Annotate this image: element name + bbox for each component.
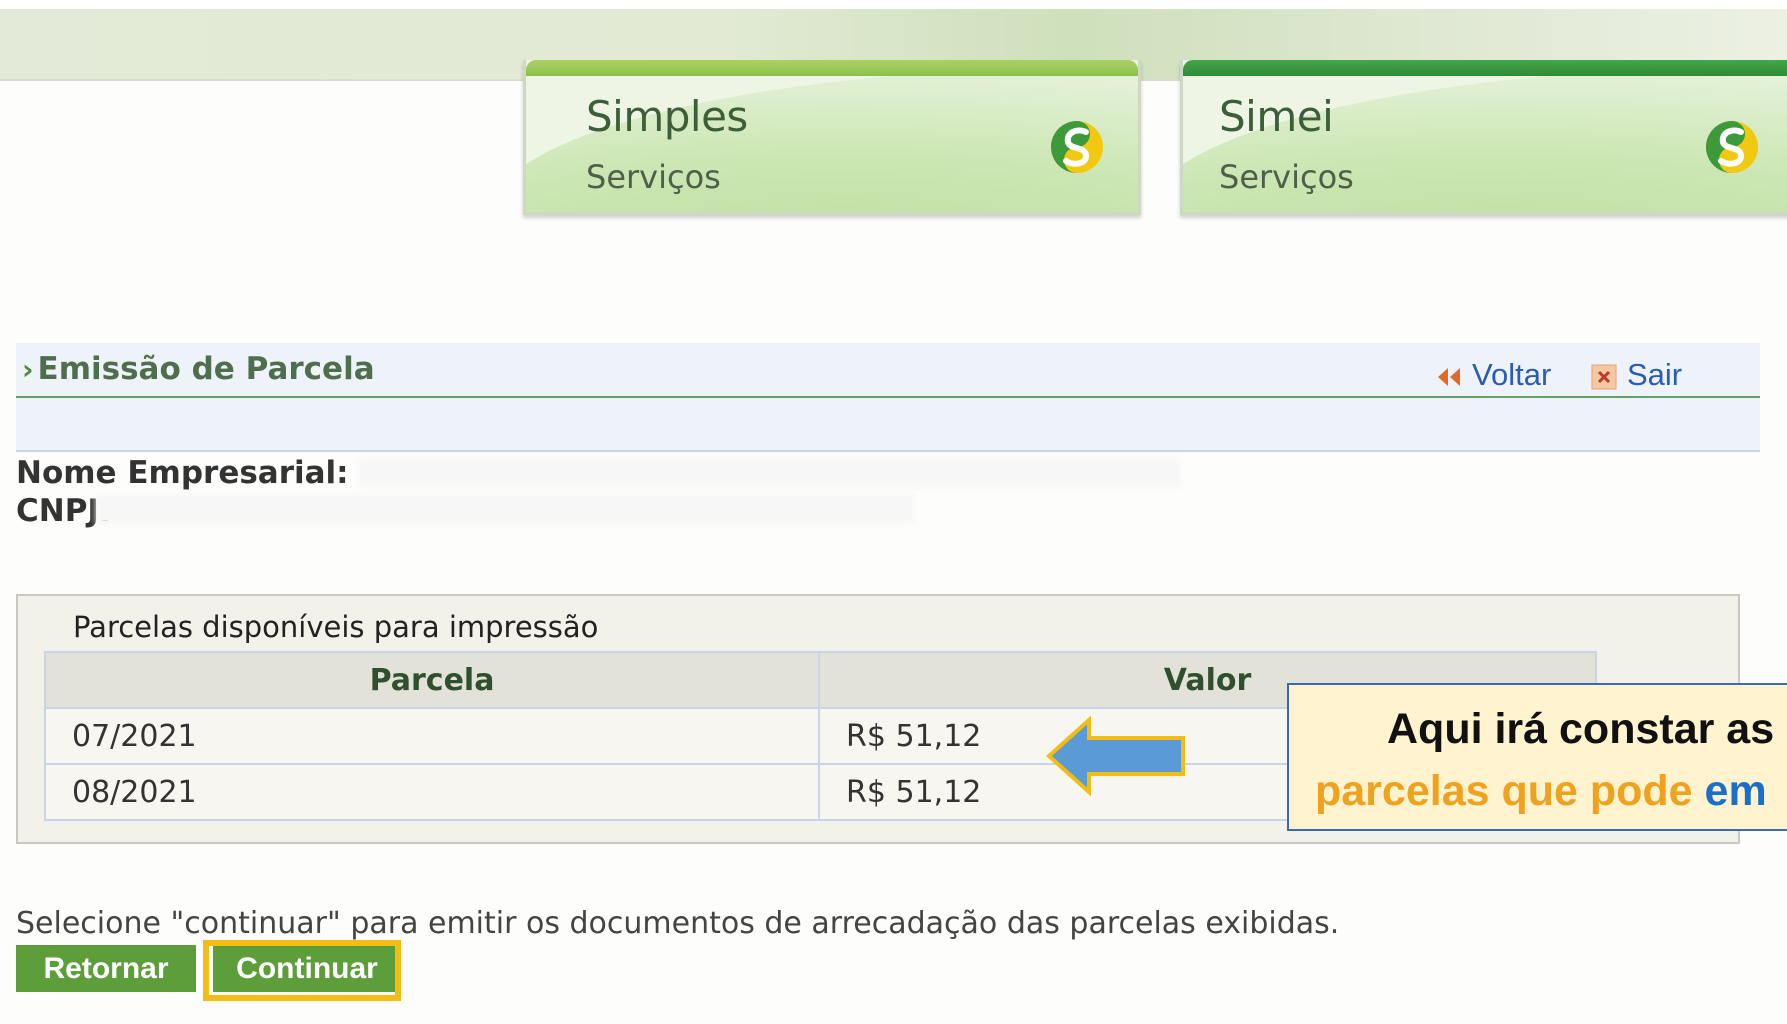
chevron-right-icon: › xyxy=(22,353,34,386)
tab-subtitle: Serviços xyxy=(586,158,721,196)
annotation-arrow-left-icon xyxy=(1046,716,1185,796)
tab-simples-servicos[interactable]: Simples Serviços xyxy=(523,60,1141,215)
company-name-line: Nome Empresarial: xyxy=(16,455,349,491)
annotation-note: Aqui irá constar as parcelas que pode em xyxy=(1287,683,1787,831)
continuar-button[interactable]: Continuar xyxy=(213,945,401,992)
redacted-company-name xyxy=(362,462,1177,484)
back-link[interactable]: Voltar xyxy=(1436,357,1551,393)
page-title-text: Emissão de Parcela xyxy=(37,351,375,387)
tab-simei-servicos[interactable]: Simei Serviços xyxy=(1180,60,1787,215)
simples-logo-icon xyxy=(1051,121,1103,173)
tab-top-bar xyxy=(526,60,1138,76)
section-header: › Emissão de Parcela Voltar Sair xyxy=(16,343,1760,452)
retornar-button[interactable]: Retornar xyxy=(16,945,196,992)
back-link-label: Voltar xyxy=(1472,357,1552,392)
redacted-company-cnpj xyxy=(100,498,910,520)
annotation-line2-orange: parcelas que pode xyxy=(1315,767,1705,815)
tab-title: Simei xyxy=(1219,92,1334,141)
simei-logo-icon xyxy=(1706,121,1758,173)
column-header-parcela: Parcela xyxy=(43,651,821,709)
header-bottom-border xyxy=(16,450,1760,452)
cell-parcela: 07/2021 xyxy=(43,707,821,765)
annotation-line2-blue: em xyxy=(1704,767,1767,815)
company-cnpj-label: CNPJ: xyxy=(16,493,112,529)
company-cnpj-line: CNPJ: xyxy=(16,493,111,529)
header-divider xyxy=(16,396,1760,398)
tab-top-bar xyxy=(1183,60,1787,76)
tab-subtitle: Serviços xyxy=(1219,158,1354,196)
table-caption: Parcelas disponíveis para impressão xyxy=(73,610,599,644)
cell-parcela: 08/2021 xyxy=(43,763,821,821)
footer-instruction: Selecione "continuar" para emitir os doc… xyxy=(16,906,1340,941)
annotation-line2: parcelas que pode em xyxy=(1315,767,1767,816)
exit-link[interactable]: Sair xyxy=(1591,357,1682,393)
exit-link-label: Sair xyxy=(1627,357,1683,392)
close-box-icon xyxy=(1591,364,1617,390)
annotation-line1: Aqui irá constar as xyxy=(1387,705,1775,753)
company-name-label: Nome Empresarial: xyxy=(16,455,349,491)
page-title: › Emissão de Parcela xyxy=(22,351,375,387)
double-arrow-left-icon xyxy=(1438,367,1460,386)
tab-title: Simples xyxy=(586,92,748,141)
